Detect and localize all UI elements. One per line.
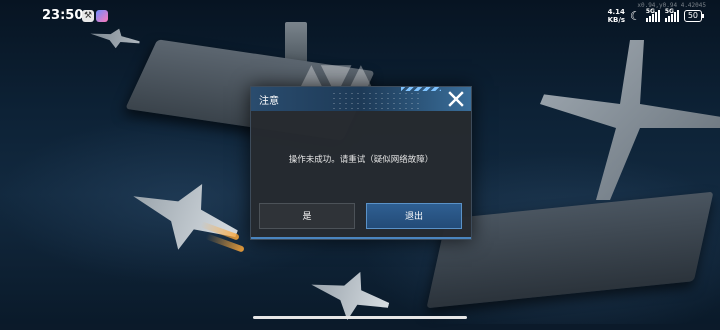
wrench-icon: ⚒ (82, 10, 94, 22)
fighter-jet (121, 163, 248, 266)
signal-icon: 5G (645, 8, 660, 22)
bomber-plane (540, 40, 720, 200)
signal-icon: 5G (664, 8, 679, 22)
app-notification-icon (96, 10, 108, 22)
sig2-label: 5G (664, 8, 674, 15)
net-speed-unit: KB/s (607, 16, 626, 24)
moon-icon: ☾ (630, 9, 641, 23)
header-stripe (401, 87, 441, 91)
status-time: 23:50 (42, 8, 84, 23)
dialog-message: 操作未成功。请重试（疑似网络故障） (288, 155, 434, 165)
battery-indicator: 50 (683, 10, 705, 22)
close-icon[interactable] (447, 90, 465, 108)
dialog-title: 注意 (259, 96, 279, 107)
dialog-header: 注意 (251, 87, 471, 111)
home-indicator[interactable] (253, 316, 467, 319)
net-speed-value: 4.14 (607, 8, 625, 16)
sig1-label: 5G (645, 8, 655, 15)
header-decoration (331, 91, 421, 109)
yes-button[interactable]: 是 (259, 203, 355, 229)
fighter-jet (305, 260, 395, 329)
dialog-accent-line (251, 237, 471, 239)
net-speed: 4.14 KB/s (608, 8, 625, 24)
exit-button[interactable]: 退出 (366, 203, 462, 229)
notice-dialog: 注意 操作未成功。请重试（疑似网络故障） 是 退出 (250, 86, 472, 240)
status-bar: 23:50 ⚒ x0.94,y0.94 4.42045 4.14 KB/s ☾ … (0, 0, 720, 32)
